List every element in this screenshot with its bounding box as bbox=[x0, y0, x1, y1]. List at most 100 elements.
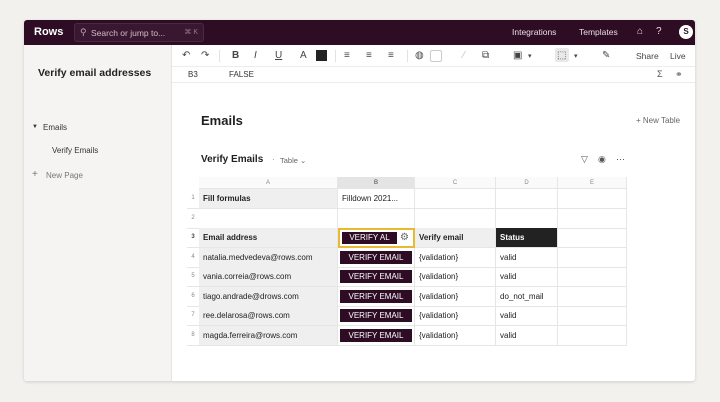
gift-icon[interactable]: ⌂ bbox=[637, 26, 643, 37]
email-cell[interactable]: tiago.andrade@drows.com bbox=[199, 287, 338, 307]
new-table-button[interactable]: + New Table bbox=[636, 116, 680, 125]
verify-email-button[interactable]: VERIFY EMAIL bbox=[340, 251, 412, 264]
cell-reference[interactable]: B3 bbox=[188, 70, 198, 79]
empty-cell[interactable] bbox=[558, 267, 627, 287]
column-header-b[interactable]: B bbox=[338, 177, 415, 189]
cell-a1[interactable]: Fill formulas bbox=[199, 189, 338, 209]
sidebar-item-emails[interactable]: Emails bbox=[43, 123, 67, 132]
row-number[interactable]: 3 bbox=[187, 228, 199, 248]
email-cell[interactable]: magda.ferreira@rows.com bbox=[199, 326, 338, 346]
status-cell[interactable]: valid bbox=[496, 306, 558, 326]
app-logo[interactable]: Rows bbox=[34, 26, 63, 38]
validation-cell[interactable]: {validation} bbox=[415, 248, 496, 268]
bold-icon[interactable]: B bbox=[232, 50, 239, 61]
more-icon[interactable]: ⋯ bbox=[616, 154, 625, 165]
row-number[interactable]: 2 bbox=[187, 209, 199, 229]
eye-icon[interactable]: ◉ bbox=[598, 154, 606, 165]
empty-cell[interactable] bbox=[558, 248, 627, 268]
cell-b2[interactable] bbox=[338, 209, 415, 229]
align-left-icon[interactable]: ≡ bbox=[344, 50, 350, 61]
verify-all-button[interactable]: VERIFY AL bbox=[342, 232, 397, 244]
plus-icon[interactable]: + bbox=[32, 169, 38, 180]
empty-cell[interactable] bbox=[558, 287, 627, 307]
search-box[interactable]: ⚲ Search or jump to... ⌘ K bbox=[74, 23, 204, 42]
caret-down-icon[interactable]: ▼ bbox=[32, 124, 38, 130]
table-kind-dropdown[interactable]: Table ⌄ bbox=[280, 156, 306, 165]
empty-cell[interactable] bbox=[558, 326, 627, 346]
row-number[interactable]: 7 bbox=[187, 306, 199, 326]
italic-icon[interactable]: I bbox=[254, 50, 257, 61]
sigma-icon[interactable]: Σ bbox=[657, 69, 663, 79]
underline-icon[interactable]: U bbox=[275, 50, 282, 61]
email-cell[interactable]: ree.delarosa@rows.com bbox=[199, 306, 338, 326]
column-header-c[interactable]: C bbox=[415, 177, 496, 189]
row-number[interactable]: 4 bbox=[187, 248, 199, 268]
validation-cell[interactable]: {validation} bbox=[415, 287, 496, 307]
toolbar-divider bbox=[407, 50, 408, 62]
verify-email-button[interactable]: VERIFY EMAIL bbox=[340, 329, 412, 342]
cell-b1[interactable]: Filldown 2021... bbox=[338, 189, 415, 209]
cell-d2[interactable] bbox=[496, 209, 558, 229]
cell-b3-selected[interactable]: VERIFY AL ⚙ bbox=[338, 228, 415, 248]
row-number[interactable]: 6 bbox=[187, 287, 199, 307]
link-icon[interactable]: ⚭ bbox=[675, 69, 683, 80]
verify-email-button[interactable]: VERIFY EMAIL bbox=[340, 309, 412, 322]
validation-cell[interactable]: {validation} bbox=[415, 267, 496, 287]
status-cell[interactable]: valid bbox=[496, 267, 558, 287]
document-title[interactable]: Verify email addresses bbox=[38, 67, 151, 79]
redo-icon[interactable]: ↷ bbox=[201, 50, 209, 61]
cell-a2[interactable] bbox=[199, 209, 338, 229]
link-icon[interactable]: ⧉ bbox=[482, 50, 489, 61]
help-icon[interactable]: ? bbox=[656, 26, 662, 37]
cell-e1[interactable] bbox=[558, 189, 627, 209]
undo-icon[interactable]: ↶ bbox=[182, 50, 190, 61]
validation-cell[interactable]: {validation} bbox=[415, 326, 496, 346]
align-center-icon[interactable]: ≡ bbox=[366, 50, 372, 61]
filter-icon[interactable]: ▽ bbox=[581, 154, 588, 165]
row-number[interactable]: 8 bbox=[187, 326, 199, 346]
cell-c2[interactable] bbox=[415, 209, 496, 229]
validation-cell[interactable]: {validation} bbox=[415, 306, 496, 326]
share-button[interactable]: Share bbox=[636, 51, 659, 61]
text-color-icon[interactable]: A bbox=[300, 50, 307, 61]
status-cell[interactable]: valid bbox=[496, 248, 558, 268]
column-header-a[interactable]: A bbox=[199, 177, 338, 189]
align-right-icon[interactable]: ≡ bbox=[388, 50, 394, 61]
cell-d1[interactable] bbox=[496, 189, 558, 209]
sidebar-item-verify-emails[interactable]: Verify Emails bbox=[52, 146, 98, 155]
status-cell[interactable]: do_not_mail bbox=[496, 287, 558, 307]
fill-swatch[interactable] bbox=[430, 50, 442, 62]
header-verify-email[interactable]: Verify email bbox=[415, 228, 496, 248]
chevron-down-icon[interactable]: ▾ bbox=[528, 52, 532, 60]
wand-icon[interactable]: ✎ bbox=[602, 50, 610, 61]
avatar[interactable]: S bbox=[679, 25, 693, 39]
header-status[interactable]: Status bbox=[496, 228, 558, 248]
email-cell[interactable]: vania.correia@rows.com bbox=[199, 267, 338, 287]
column-header-e[interactable]: E bbox=[558, 177, 627, 189]
row-number[interactable]: 5 bbox=[187, 267, 199, 287]
verify-email-button[interactable]: VERIFY EMAIL bbox=[340, 270, 412, 283]
column-header-d[interactable]: D bbox=[496, 177, 558, 189]
cell-c1[interactable] bbox=[415, 189, 496, 209]
fill-color-icon[interactable]: ◍ bbox=[415, 50, 424, 61]
color-swatch[interactable] bbox=[316, 50, 327, 61]
templates-link[interactable]: Templates bbox=[579, 27, 618, 37]
cursor-icon[interactable]: ⬚ bbox=[557, 50, 566, 61]
header-email-address[interactable]: Email address bbox=[199, 228, 338, 248]
verify-email-button[interactable]: VERIFY EMAIL bbox=[340, 290, 412, 303]
settings-icon[interactable]: ⚙ bbox=[400, 231, 409, 245]
empty-cell[interactable] bbox=[558, 306, 627, 326]
cell-e3[interactable] bbox=[558, 228, 627, 248]
cell-e2[interactable] bbox=[558, 209, 627, 229]
formula-input[interactable]: FALSE bbox=[229, 70, 254, 79]
integrations-link[interactable]: Integrations bbox=[512, 27, 556, 37]
status-cell[interactable]: valid bbox=[496, 326, 558, 346]
function-icon[interactable]: ⁄ bbox=[463, 50, 465, 61]
chevron-down-icon[interactable]: ▾ bbox=[574, 52, 578, 60]
table-title[interactable]: Verify Emails bbox=[201, 154, 263, 165]
cell-format-icon[interactable]: ▣ bbox=[513, 50, 522, 61]
row-number[interactable]: 1 bbox=[187, 189, 199, 209]
new-page-button[interactable]: New Page bbox=[46, 171, 83, 180]
live-button[interactable]: Live bbox=[670, 51, 686, 61]
email-cell[interactable]: natalia.medvedeva@rows.com bbox=[199, 248, 338, 268]
